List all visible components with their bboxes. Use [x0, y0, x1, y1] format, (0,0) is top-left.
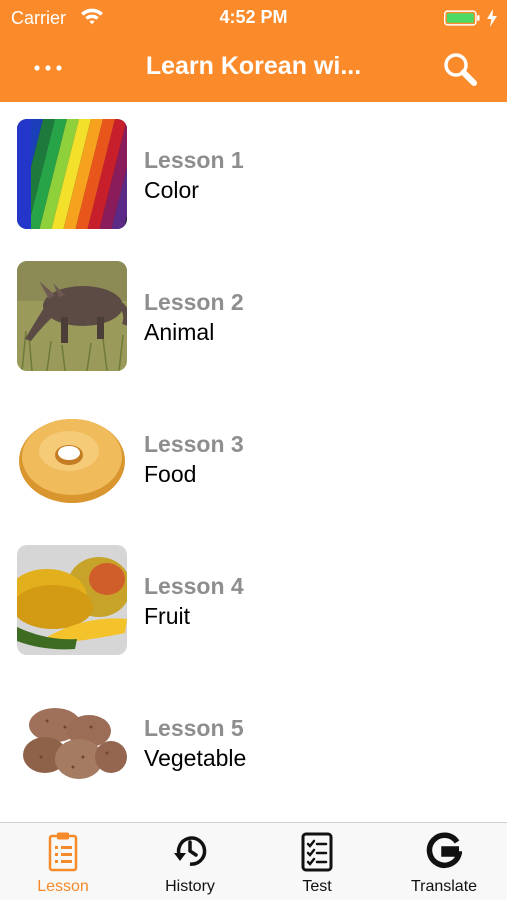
potato-image — [17, 687, 127, 797]
history-icon — [174, 836, 207, 866]
clipboard-icon — [48, 832, 78, 872]
lesson-number: Lesson 5 — [144, 715, 244, 741]
search-button[interactable] — [440, 50, 480, 90]
lesson-row-3[interactable]: Lesson 3 Food — [0, 386, 507, 528]
more-dots-icon — [34, 65, 62, 71]
lesson-number: Lesson 1 — [144, 147, 244, 173]
tab-history[interactable]: History — [127, 823, 253, 901]
donut-image — [17, 403, 127, 513]
navigation-bar: Learn Korean wi... — [0, 36, 507, 102]
checklist-icon — [301, 832, 333, 872]
lesson-list: Lesson 1 Color Lesson 2 Animal Lesson 3 … — [0, 102, 507, 822]
tab-label: History — [165, 878, 215, 895]
lesson-number: Lesson 4 — [144, 573, 244, 599]
colored-pencils-image — [17, 119, 127, 229]
page-title: Learn Korean wi... — [145, 52, 362, 80]
mango-image — [17, 545, 127, 655]
lesson-row-5[interactable]: Lesson 5 Vegetable — [0, 670, 507, 812]
lesson-number: Lesson 2 — [144, 289, 244, 315]
lesson-row-2[interactable]: Lesson 2 Animal — [0, 244, 507, 386]
lesson-topic: Vegetable — [144, 745, 247, 771]
tab-label: Translate — [410, 878, 478, 895]
tab-test[interactable]: Test — [254, 823, 380, 901]
tab-lesson[interactable]: Lesson — [0, 823, 126, 901]
google-g-icon — [426, 832, 462, 868]
status-bar: Carrier 4:52 PM — [0, 0, 507, 36]
lesson-topic: Animal — [144, 319, 215, 345]
more-menu-button[interactable] — [24, 52, 72, 82]
app-header: Carrier 4:52 PM Learn Korean wi... — [0, 0, 507, 102]
aardvark-image — [17, 261, 127, 371]
status-time: 4:52 PM — [219, 7, 288, 27]
lesson-number: Lesson 3 — [144, 431, 244, 457]
charging-bolt-icon — [487, 9, 497, 27]
lesson-row-4[interactable]: Lesson 4 Fruit — [0, 528, 507, 670]
tab-translate[interactable]: Translate — [381, 823, 507, 901]
lesson-topic: Food — [144, 461, 197, 487]
tab-label: Lesson — [37, 878, 89, 895]
tab-label: Test — [302, 878, 332, 895]
tab-bar: Lesson History Test Translate — [0, 822, 507, 900]
battery-icon — [444, 10, 480, 26]
lesson-row-1[interactable]: Lesson 1 Color — [0, 102, 507, 244]
search-icon — [444, 53, 477, 86]
lesson-topic: Fruit — [144, 603, 190, 629]
lesson-topic: Color — [144, 177, 199, 203]
